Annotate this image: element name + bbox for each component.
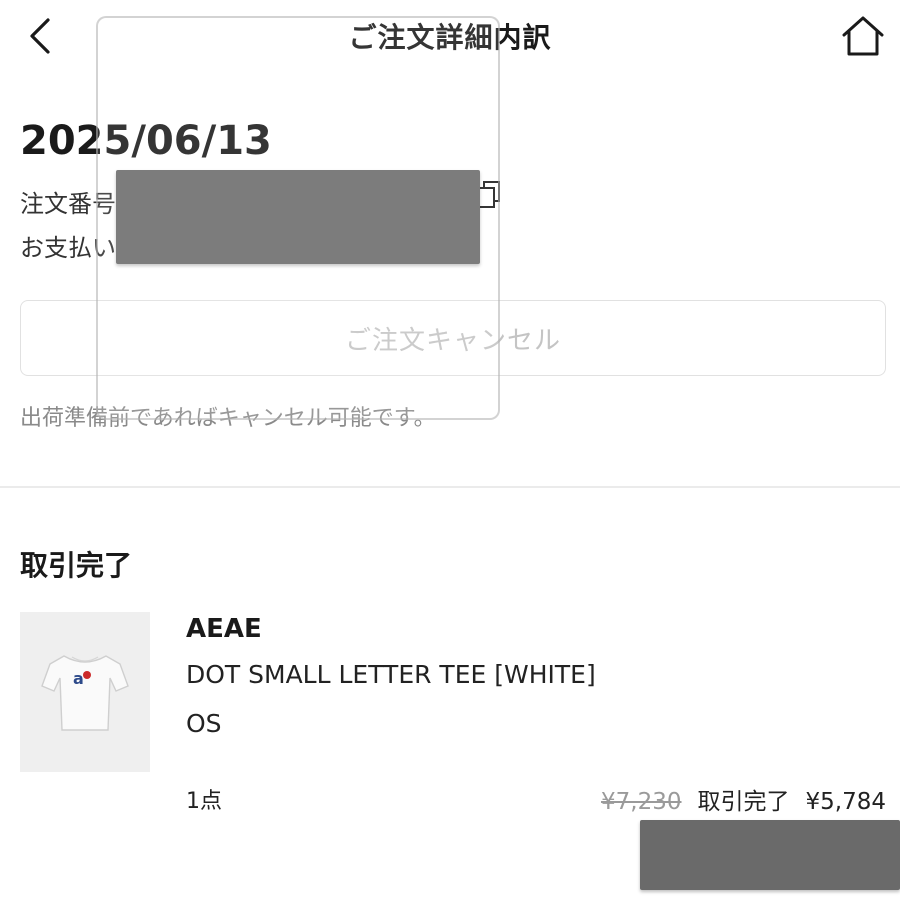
product-brand: AEAE — [186, 614, 262, 644]
svg-text:a: a — [73, 669, 84, 688]
home-icon[interactable] — [840, 14, 886, 58]
overlay-frame — [96, 16, 500, 420]
transaction-status-title: 取引完了 — [20, 549, 133, 582]
price-row: ¥7,230 取引完了 ¥5,784 — [601, 782, 886, 816]
product-size: OS — [186, 709, 222, 738]
product-name[interactable]: DOT SMALL LETTER TEE [WHITE] — [186, 660, 596, 689]
tshirt-icon: a — [41, 655, 129, 731]
original-price: ¥7,230 — [601, 789, 682, 815]
item-status: 取引完了 — [697, 789, 790, 815]
order-detail-page: ご注文詳細内訳 2025/06/13 注文番号 お支払い ご注文キャンセル 出荷… — [0, 0, 900, 900]
product-quantity: 1点 — [186, 789, 222, 814]
redaction-block — [640, 820, 900, 890]
final-price: ¥5,784 — [805, 789, 886, 815]
product-image[interactable]: a — [20, 612, 150, 772]
section-divider — [0, 486, 900, 488]
